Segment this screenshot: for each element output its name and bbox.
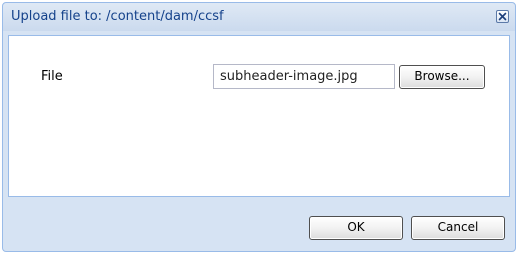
- dialog-body: File subheader-image.jpg Browse...: [8, 35, 510, 197]
- file-path-input[interactable]: subheader-image.jpg: [213, 64, 395, 89]
- dialog-titlebar[interactable]: Upload file to: /content/dam/ccsf: [3, 3, 515, 31]
- file-field-label: File: [41, 69, 63, 84]
- ok-button[interactable]: OK: [309, 216, 403, 240]
- upload-dialog: Upload file to: /content/dam/ccsf File s…: [2, 2, 516, 252]
- close-icon[interactable]: [496, 10, 509, 23]
- dialog-title: Upload file to: /content/dam/ccsf: [11, 9, 224, 24]
- cancel-button[interactable]: Cancel: [411, 216, 505, 240]
- browse-button[interactable]: Browse...: [399, 65, 485, 89]
